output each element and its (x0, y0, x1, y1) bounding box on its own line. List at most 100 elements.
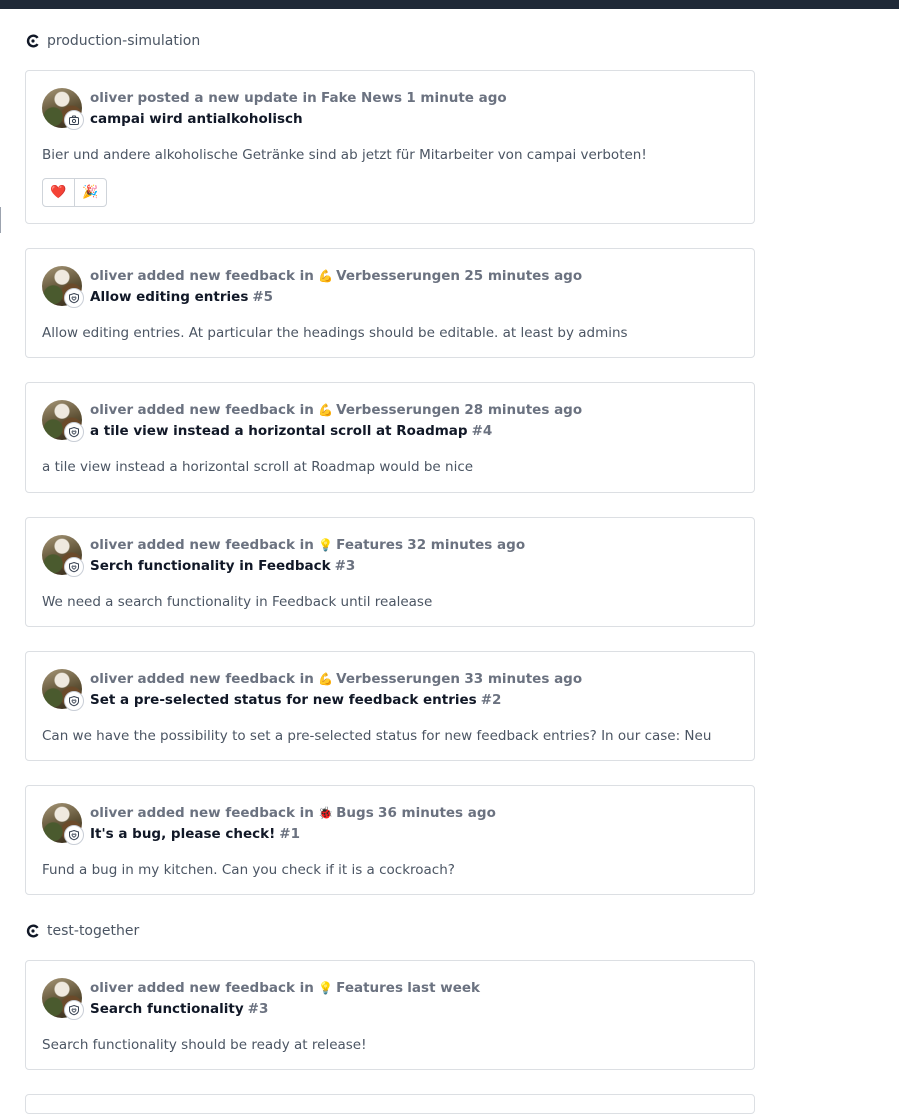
reaction-bar: ❤️ 🎉 (42, 178, 107, 207)
category-link[interactable]: Bugs (336, 805, 374, 821)
ticket-number: #2 (480, 692, 502, 708)
activity-card[interactable]: oliver added new feedback in 🐞 Bugs 36 mi… (25, 785, 755, 895)
activity-action: added new feedback in (137, 805, 314, 821)
category-icon: 💡 (318, 538, 334, 552)
ticket-number: #1 (279, 826, 300, 842)
category-icon: 💪 (318, 403, 334, 417)
feedback-icon (64, 825, 84, 845)
category-link[interactable]: Verbesserungen (336, 671, 460, 687)
ticket-number: #3 (334, 558, 356, 574)
entry-title-text[interactable]: Serch functionality in Feedback (90, 558, 331, 574)
user-name-link[interactable]: oliver (90, 980, 133, 996)
entry-body: Search functionality should be ready at … (42, 1037, 367, 1053)
entry-body: We need a search functionality in Feedba… (42, 594, 433, 610)
timestamp: 1 minute ago (406, 90, 507, 106)
entry-title[interactable]: Search functionality #3 (90, 999, 268, 1019)
sidebar-edge-marker (0, 207, 1, 233)
entry-title[interactable]: Allow editing entries #5 (90, 287, 273, 307)
project-name[interactable]: test-together (47, 923, 139, 939)
project-logo-icon (25, 923, 47, 939)
timestamp: 32 minutes ago (407, 537, 526, 553)
activity-meta: oliver added new feedback in 💪 Verbesseru… (90, 266, 582, 286)
activity-card-partial[interactable] (25, 1094, 755, 1114)
user-name-link[interactable]: oliver (90, 90, 133, 106)
entry-title[interactable]: Set a pre-selected status for new feedba… (90, 690, 501, 710)
feedback-icon (64, 422, 84, 442)
category-link[interactable]: Features (336, 537, 403, 553)
timestamp: 28 minutes ago (464, 402, 583, 418)
category-link[interactable]: Features (336, 980, 403, 996)
ticket-number: #5 (252, 289, 274, 305)
entry-title[interactable]: Serch functionality in Feedback #3 (90, 556, 355, 576)
category-icon: 💪 (318, 672, 334, 686)
category-icon: 💪 (318, 269, 334, 283)
camera-icon (64, 110, 84, 130)
project-header[interactable]: test-together (25, 921, 139, 941)
avatar-container (42, 400, 84, 442)
user-name-link[interactable]: oliver (90, 671, 133, 687)
project-logo-icon (25, 33, 47, 49)
feedback-icon (64, 1000, 84, 1020)
entry-title[interactable]: campai wird antialkoholisch (90, 109, 303, 129)
activity-action: posted a new update in (137, 90, 317, 106)
entry-title-text[interactable]: Set a pre-selected status for new feedba… (90, 692, 477, 708)
activity-card[interactable]: oliver added new feedback in 💪 Verbesseru… (25, 382, 755, 493)
activity-action: added new feedback in (137, 268, 314, 284)
entry-body: Bier und andere alkoholische Getränke si… (42, 147, 647, 163)
activity-card[interactable]: oliver added new feedback in 💡 Features 3… (25, 517, 755, 627)
avatar-container (42, 669, 84, 711)
activity-action: added new feedback in (137, 402, 314, 418)
user-name-link[interactable]: oliver (90, 805, 133, 821)
timestamp: 25 minutes ago (464, 268, 583, 284)
entry-body: a tile view instead a horizontal scroll … (42, 459, 474, 475)
timestamp: 36 minutes ago (378, 805, 496, 821)
project-name[interactable]: production-simulation (47, 33, 200, 49)
activity-action: added new feedback in (137, 537, 314, 553)
ticket-number: #3 (247, 1001, 269, 1017)
activity-action: added new feedback in (137, 980, 314, 996)
entry-title-text[interactable]: campai wird antialkoholisch (90, 111, 303, 127)
user-name-link[interactable]: oliver (90, 537, 133, 553)
avatar-container (42, 266, 84, 308)
feedback-icon (64, 288, 84, 308)
feedback-icon (64, 691, 84, 711)
activity-meta: oliver added new feedback in 💡 Features l… (90, 978, 480, 998)
entry-title-text[interactable]: Search functionality (90, 1001, 244, 1017)
user-name-link[interactable]: oliver (90, 402, 133, 418)
category-link[interactable]: Verbesserungen (336, 402, 460, 418)
activity-meta: oliver added new feedback in 💪 Verbesseru… (90, 669, 582, 689)
category-link[interactable]: Fake News (321, 90, 402, 106)
avatar-container (42, 978, 84, 1020)
activity-meta: oliver added new feedback in 🐞 Bugs 36 mi… (90, 803, 496, 823)
activity-card[interactable]: oliver posted a new update in Fake News … (25, 70, 755, 224)
entry-title[interactable]: It's a bug, please check! #1 (90, 824, 300, 844)
activity-action: added new feedback in (137, 671, 314, 687)
timestamp: last week (407, 980, 480, 996)
entry-title-text[interactable]: It's a bug, please check! (90, 826, 275, 842)
user-name-link[interactable]: oliver (90, 268, 133, 284)
entry-title[interactable]: a tile view instead a horizontal scroll … (90, 421, 492, 441)
ticket-number: #4 (471, 423, 493, 439)
party-reaction[interactable]: 🎉 (74, 179, 106, 206)
category-icon: 💡 (318, 981, 334, 995)
entry-body: Can we have the possibility to set a pre… (42, 728, 712, 744)
avatar-container (42, 88, 84, 130)
activity-card[interactable]: oliver added new feedback in 💡 Features l… (25, 960, 755, 1070)
entry-body: Fund a bug in my kitchen. Can you check … (42, 862, 455, 878)
avatar-container (42, 803, 84, 845)
activity-card[interactable]: oliver added new feedback in 💪 Verbesseru… (25, 651, 755, 761)
avatar-container (42, 535, 84, 577)
entry-title-text[interactable]: Allow editing entries (90, 289, 248, 305)
category-link[interactable]: Verbesserungen (336, 268, 460, 284)
activity-card[interactable]: oliver added new feedback in 💪 Verbesseru… (25, 248, 755, 358)
entry-title-text[interactable]: a tile view instead a horizontal scroll … (90, 423, 468, 439)
project-header[interactable]: production-simulation (25, 31, 200, 51)
activity-meta: oliver posted a new update in Fake News … (90, 88, 507, 108)
heart-reaction[interactable]: ❤️ (43, 179, 74, 206)
activity-meta: oliver added new feedback in 💪 Verbesseru… (90, 400, 582, 420)
top-navigation-bar (0, 0, 899, 9)
timestamp: 33 minutes ago (464, 671, 583, 687)
feedback-icon (64, 557, 84, 577)
category-icon: 🐞 (318, 806, 334, 820)
entry-body: Allow editing entries. At particular the… (42, 325, 628, 341)
